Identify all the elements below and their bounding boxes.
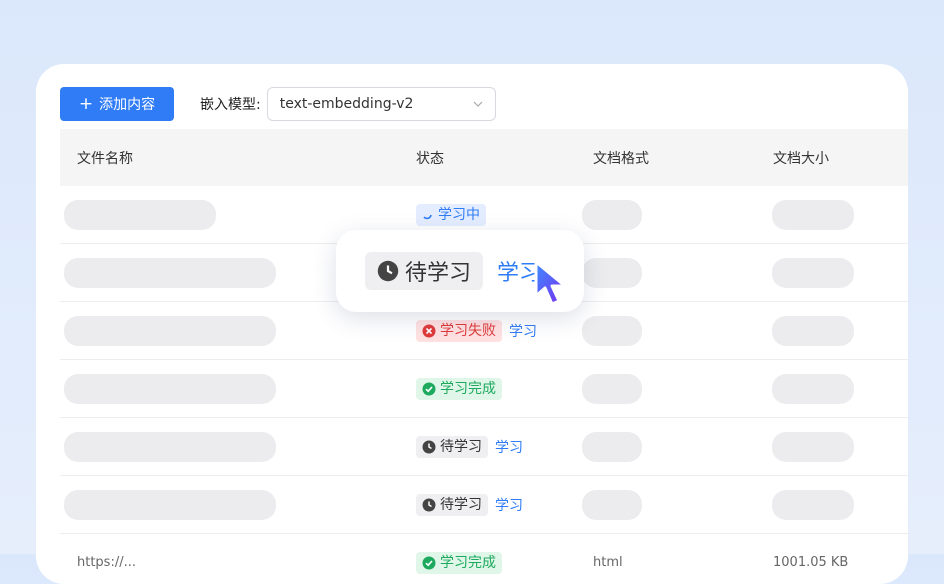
table-row: 学习完成 — [60, 360, 908, 418]
status-text: 学习完成 — [440, 380, 496, 397]
skeleton-size — [772, 489, 854, 520]
clock-icon — [377, 260, 399, 282]
skeleton-size — [772, 431, 854, 462]
file-size: 1001.05 KB — [773, 555, 849, 570]
skeleton-name — [64, 315, 276, 346]
learn-link[interactable]: 学习 — [495, 437, 523, 457]
skeleton-format — [582, 257, 642, 288]
loading-icon — [423, 214, 432, 219]
status-text: 待学习 — [440, 496, 482, 513]
skeleton-name — [64, 489, 276, 520]
learn-link[interactable]: 学习 — [495, 495, 523, 515]
header-status: 状态 — [416, 150, 444, 167]
embedding-model-label: 嵌入模型: — [200, 97, 261, 113]
skeleton-format — [582, 431, 642, 462]
add-content-label: 添加内容 — [99, 97, 156, 113]
cursor-icon — [534, 260, 567, 306]
status-badge-pending: 待学习 — [416, 493, 488, 516]
skeleton-name — [64, 431, 276, 462]
skeleton-format — [582, 315, 642, 346]
check-circle-icon — [422, 382, 436, 395]
table-row: 待学习 学习 — [60, 476, 908, 534]
clock-icon — [422, 498, 436, 511]
learn-link[interactable]: 学习 — [509, 321, 537, 341]
table-row: https://... 学习完成 html 1001.05 KB — [60, 534, 908, 584]
skeleton-format — [582, 373, 642, 404]
file-name: https://... — [77, 555, 136, 570]
header-file-name: 文件名称 — [77, 150, 133, 167]
skeleton-size — [772, 257, 854, 288]
table-header: 文件名称 状态 文档格式 文档大小 — [60, 129, 908, 186]
status-text: 学习完成 — [440, 554, 496, 571]
status-badge-learning: 学习中 — [416, 203, 486, 226]
skeleton-format — [582, 489, 642, 520]
toolbar: + 添加内容 嵌入模型: text-embedding-v2 — [60, 87, 496, 121]
status-badge-pending: 待学习 — [365, 252, 484, 290]
skeleton-size — [772, 199, 854, 230]
skeleton-name — [64, 257, 276, 288]
status-text: 待学习 — [405, 261, 472, 286]
document-table: 文件名称 状态 文档格式 文档大小 学习中 学习失败 学习 学习完成 待学习 学… — [60, 129, 908, 584]
status-badge-failed: 学习失败 — [416, 319, 502, 342]
status-badge-done: 学习完成 — [416, 551, 502, 574]
skeleton-size — [772, 373, 854, 404]
skeleton-name — [64, 199, 216, 230]
status-badge-pending: 待学习 — [416, 435, 488, 458]
plus-icon: + — [78, 93, 94, 114]
add-content-button[interactable]: + 添加内容 — [60, 87, 174, 121]
header-format: 文档格式 — [593, 150, 649, 167]
skeleton-format — [582, 199, 642, 230]
chevron-down-icon — [473, 101, 483, 107]
document-list-card: + 添加内容 嵌入模型: text-embedding-v2 文件名称 状态 文… — [36, 64, 908, 584]
skeleton-name — [64, 373, 276, 404]
skeleton-size — [772, 315, 854, 346]
check-circle-icon — [422, 556, 436, 569]
embedding-model-value: text-embedding-v2 — [279, 96, 414, 112]
status-text: 学习失败 — [440, 322, 496, 339]
status-text: 待学习 — [440, 438, 482, 455]
status-badge-done: 学习完成 — [416, 377, 502, 400]
header-size: 文档大小 — [773, 150, 829, 167]
file-format: html — [593, 555, 623, 570]
clock-icon — [422, 440, 436, 453]
error-icon — [422, 324, 436, 337]
embedding-model-select[interactable]: text-embedding-v2 — [266, 87, 496, 121]
status-text: 学习中 — [438, 206, 480, 223]
table-row: 待学习 学习 — [60, 418, 908, 476]
